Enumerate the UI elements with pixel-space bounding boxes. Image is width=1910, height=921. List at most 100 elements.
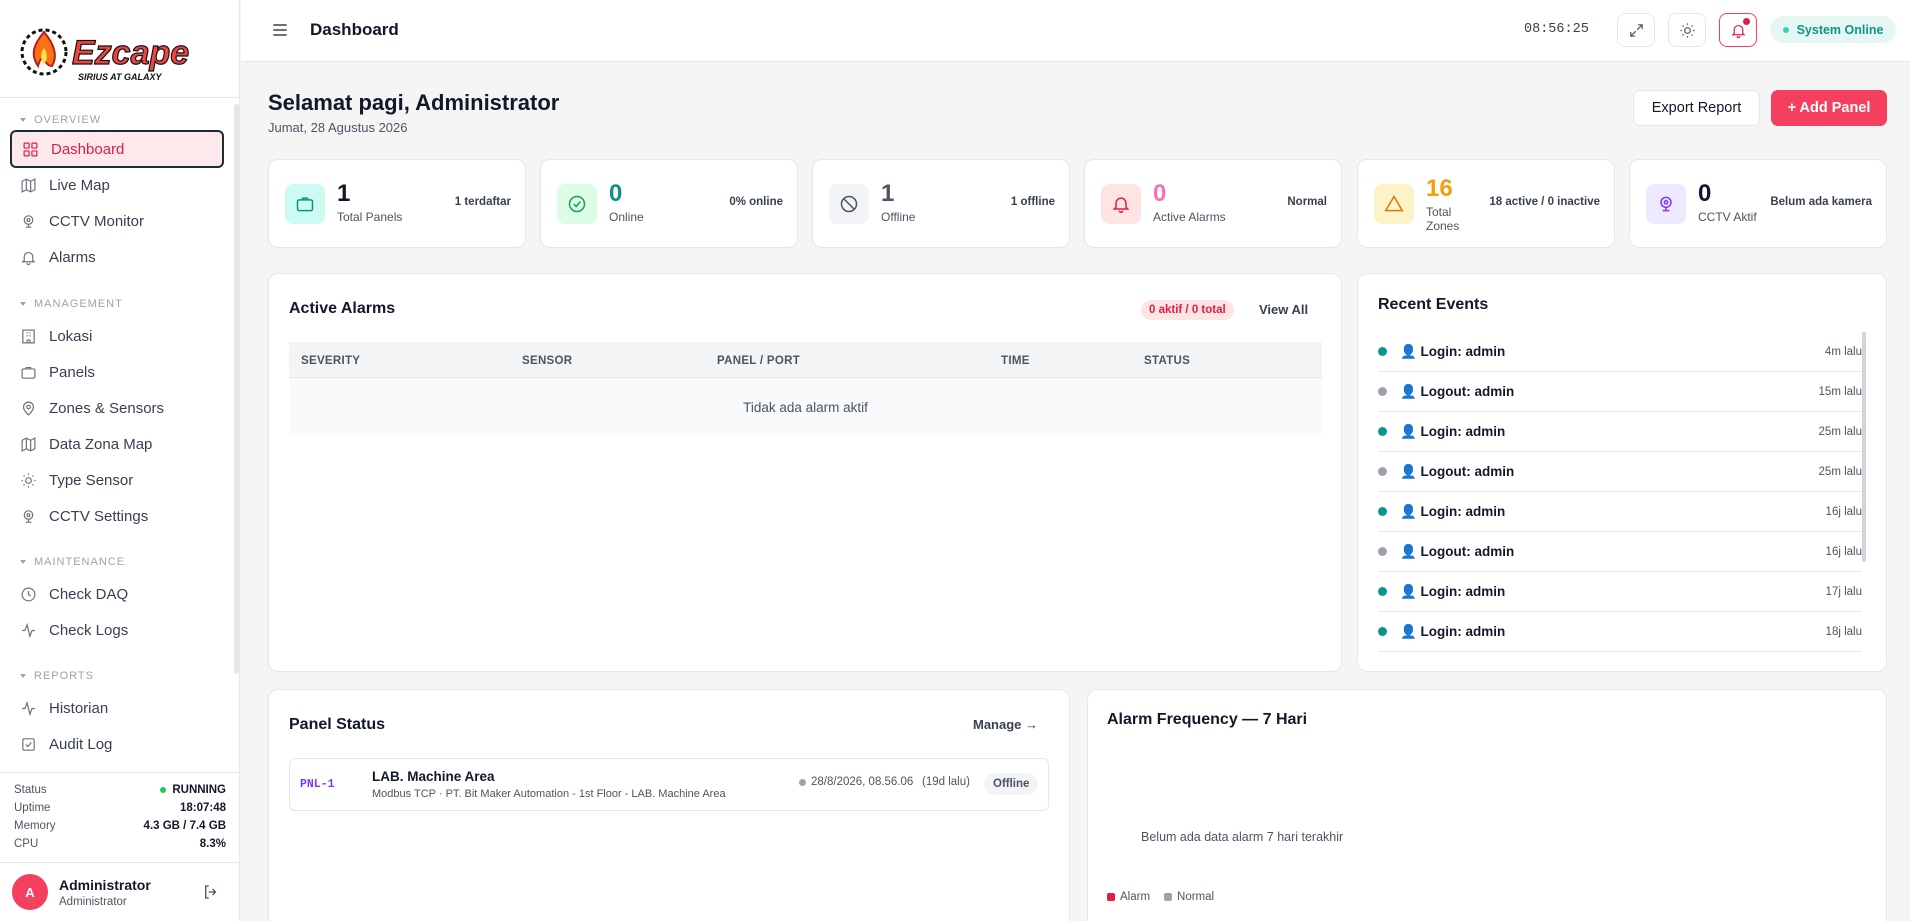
column-header[interactable]: STATUS — [1144, 355, 1190, 367]
stat-value: 16 — [1426, 175, 1453, 202]
sidebar: Ezcape SIRIUS AT GALAXY OVERVIEW Dashboa… — [0, 0, 240, 921]
stat-card-online[interactable]: 0 Online 0% online — [540, 159, 798, 248]
stat-card-offline[interactable]: 1 Offline 1 offline — [812, 159, 1070, 248]
sidebar-item-historian[interactable]: Historian — [10, 689, 224, 727]
event-time: 18j lalu — [1825, 625, 1862, 638]
sun-icon — [21, 472, 36, 488]
column-header[interactable]: SENSOR — [522, 355, 572, 367]
clock-icon — [21, 587, 36, 601]
panel-status-title: Panel Status — [289, 716, 386, 733]
event-dot — [1378, 427, 1387, 436]
svg-text:Ezcape: Ezcape — [72, 34, 189, 72]
event-text: 👤 Logout: admin — [1400, 383, 1515, 399]
sun-icon — [1679, 22, 1695, 38]
event-item[interactable]: 👤 Logout: admin 16j lalu — [1378, 532, 1862, 572]
panel-timestamp: 28/8/2026, 08.56.06 — [811, 776, 914, 788]
map-icon — [21, 436, 36, 452]
sidebar-item-label: Audit Log — [49, 735, 113, 753]
topbar: Dashboard 08:56:25 System Online — [241, 0, 1910, 62]
briefcase-icon — [21, 366, 36, 379]
sidebar-item-label: Lokasi — [49, 327, 93, 345]
stat-label: Active Alarms — [1153, 210, 1226, 224]
stat-card-active-alarms[interactable]: 0 Active Alarms Normal — [1084, 159, 1342, 248]
user-name: Administrator — [59, 876, 151, 893]
panel-code: PNL-1 — [300, 778, 335, 791]
avatar[interactable]: A — [12, 874, 48, 910]
fullscreen-button[interactable] — [1617, 13, 1655, 47]
stat-side: 0% online — [729, 196, 783, 208]
sidebar-item-panels[interactable]: Panels — [10, 353, 224, 391]
stat-side: 1 terdaftar — [454, 196, 511, 208]
section-management: MANAGEMENT — [0, 298, 123, 310]
sidebar-item-label: Check DAQ — [49, 585, 129, 603]
status-badge: Offline — [984, 773, 1039, 795]
sidebar-item-type-sensor[interactable]: Type Sensor — [10, 461, 224, 499]
event-item[interactable]: 👤 Login: admin 16j lalu — [1378, 492, 1862, 532]
notifications-button[interactable] — [1719, 13, 1757, 47]
sidebar-item-cctv-monitor[interactable]: CCTV Monitor — [10, 202, 224, 240]
sidebar-item-label: Data Zona Map — [49, 435, 153, 453]
sidebar-nav: OVERVIEW Dashboard Live Map CCTV Monitor… — [0, 98, 236, 772]
sidebar-item-label: CCTV Monitor — [49, 212, 145, 230]
event-item[interactable]: 👤 Login: admin 17j lalu — [1378, 572, 1862, 612]
event-text: 👤 Login: admin — [1400, 343, 1506, 359]
event-item[interactable]: 👤 Login: admin 25m lalu — [1378, 412, 1862, 452]
event-dot — [1378, 387, 1387, 396]
stat-side: 18 active / 0 inactive — [1489, 196, 1600, 208]
sidebar-item-lokasi[interactable]: Lokasi — [10, 317, 224, 355]
event-dot — [1378, 627, 1387, 636]
event-dot — [1378, 467, 1387, 476]
export-report-button[interactable]: Export Report — [1633, 90, 1760, 126]
system-online-badge: System Online — [1770, 16, 1896, 43]
sidebar-item-label: Alarms — [49, 248, 96, 266]
sidebar-item-data-zona-map[interactable]: Data Zona Map — [10, 425, 224, 463]
event-item[interactable]: 👤 Logout: admin 15m lalu — [1378, 372, 1862, 412]
alarms-table-header: SEVERITY SENSOR PANEL / PORT TIME STATUS — [289, 342, 1322, 378]
stat-card-total-zones[interactable]: 16 Total Zones 18 active / 0 inactive — [1357, 159, 1615, 248]
logout-icon[interactable] — [202, 883, 220, 901]
column-header[interactable]: TIME — [1001, 355, 1030, 367]
sidebar-item-check-daq[interactable]: Check DAQ — [10, 575, 224, 613]
uptime-label: Uptime — [14, 802, 51, 814]
panel-row[interactable]: PNL-1 LAB. Machine Area Modbus TCP · PT.… — [289, 758, 1049, 811]
stat-icon-wrap — [557, 184, 597, 224]
event-text: 👤 Logout: admin — [1400, 463, 1515, 479]
event-item[interactable]: 👤 Logout: admin 25m lalu — [1378, 452, 1862, 492]
event-text: 👤 Login: admin — [1400, 623, 1506, 639]
user-role: Administrator — [59, 895, 127, 908]
sidebar-item-check-logs[interactable]: Check Logs — [10, 611, 224, 649]
cpu-value: 8.3% — [199, 838, 226, 850]
event-dot — [1378, 547, 1387, 556]
legend-item-normal[interactable]: Normal — [1164, 891, 1214, 903]
event-item[interactable]: 👤 Login: admin 4m lalu — [1378, 332, 1862, 372]
theme-toggle-button[interactable] — [1668, 13, 1706, 47]
sidebar-item-dashboard[interactable]: Dashboard — [10, 130, 224, 168]
grid-icon — [23, 142, 38, 156]
system-status-row: Status RUNNING — [14, 781, 226, 799]
brand-logo[interactable]: Ezcape SIRIUS AT GALAXY — [0, 0, 239, 98]
sidebar-scrollbar[interactable] — [234, 104, 239, 674]
notification-dot — [1743, 18, 1750, 25]
view-all-link[interactable]: View All — [1259, 302, 1308, 317]
event-time: 17j lalu — [1825, 585, 1862, 598]
event-item[interactable]: 👤 Login: admin 18j lalu — [1378, 612, 1862, 652]
checklist-icon — [22, 737, 35, 751]
stat-card-cctv-aktif[interactable]: 0 CCTV Aktif Belum ada kamera — [1629, 159, 1887, 248]
greeting-date: Jumat, 28 Agustus 2026 — [268, 120, 408, 135]
sidebar-item-live-map[interactable]: Live Map — [10, 166, 224, 204]
stat-card-total-panels[interactable]: 1 Total Panels 1 terdaftar — [268, 159, 526, 248]
add-panel-button[interactable]: + Add Panel — [1771, 90, 1887, 126]
sidebar-item-audit-log[interactable]: Audit Log — [10, 725, 224, 763]
sidebar-item-alarms[interactable]: Alarms — [10, 238, 224, 276]
sidebar-item-cctv-settings[interactable]: CCTV Settings — [10, 497, 224, 535]
event-dot — [1378, 507, 1387, 516]
sidebar-item-zones-sensors[interactable]: Zones & Sensors — [10, 389, 224, 427]
online-dot-icon — [1782, 26, 1789, 33]
legend-item-alarm[interactable]: Alarm — [1107, 891, 1150, 903]
menu-icon[interactable] — [270, 20, 290, 40]
manage-link[interactable]: Manage → — [973, 717, 1038, 732]
column-header[interactable]: SEVERITY — [301, 355, 360, 367]
section-reports: REPORTS — [0, 670, 94, 682]
events-scrollbar[interactable] — [1862, 332, 1866, 562]
column-header[interactable]: PANEL / PORT — [717, 355, 800, 367]
